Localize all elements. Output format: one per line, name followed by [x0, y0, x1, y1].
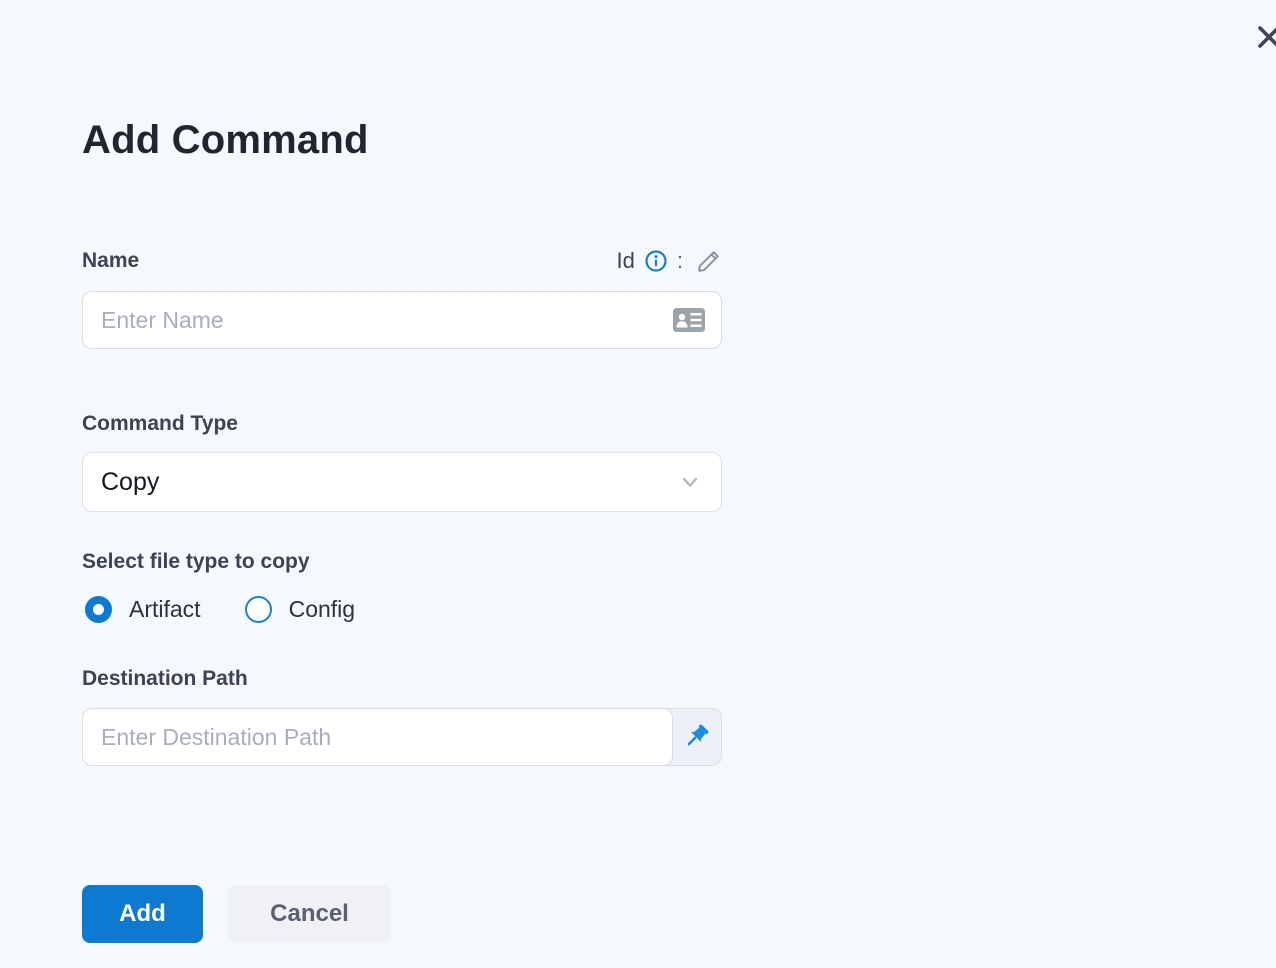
chevron-down-icon — [679, 471, 701, 493]
name-input-wrap — [82, 291, 722, 349]
destination-input-group — [82, 708, 722, 766]
file-type-radio-group: Artifact Config — [82, 596, 722, 623]
destination-input[interactable] — [82, 708, 673, 766]
contact-card-icon — [671, 305, 707, 335]
radio-option-config[interactable]: Config — [244, 596, 356, 623]
command-type-label: Command Type — [82, 412, 238, 435]
radio-selected-icon[interactable] — [85, 596, 112, 623]
add-command-dialog: Add Command Name Id : Enter Name Command… — [82, 0, 722, 943]
page-title: Add Command — [82, 118, 369, 162]
command-type-select[interactable]: Copy — [82, 452, 722, 512]
file-type-label-row: Select file type to copy — [82, 548, 722, 576]
close-button[interactable] — [1254, 22, 1276, 52]
file-type-label: Select file type to copy — [82, 550, 310, 573]
radio-label-artifact: Artifact — [129, 596, 201, 622]
pushpin-icon — [681, 722, 711, 752]
add-button[interactable]: Add — [82, 885, 203, 943]
cancel-button[interactable]: Cancel — [228, 885, 391, 943]
name-input[interactable] — [82, 291, 722, 349]
close-icon — [1254, 26, 1276, 55]
radio-unselected-icon[interactable] — [244, 596, 272, 623]
command-type-label-row: Command Type — [82, 410, 722, 438]
destination-label-row: Destination Path — [82, 665, 722, 693]
id-group: Id : — [617, 248, 722, 274]
radio-label-config: Config — [288, 596, 356, 622]
name-label-row: Name Id : — [82, 246, 722, 276]
pin-button[interactable] — [671, 709, 721, 765]
edit-pencil-icon[interactable] — [696, 248, 722, 274]
info-icon[interactable] — [644, 249, 668, 273]
name-label: Name — [82, 249, 140, 272]
id-label: Id — [616, 248, 635, 273]
destination-label: Destination Path — [82, 667, 248, 690]
command-type-value: Copy — [101, 467, 160, 496]
id-separator: : — [676, 248, 683, 273]
dialog-footer: Add Cancel — [82, 885, 722, 943]
radio-option-artifact[interactable]: Artifact — [85, 596, 201, 623]
